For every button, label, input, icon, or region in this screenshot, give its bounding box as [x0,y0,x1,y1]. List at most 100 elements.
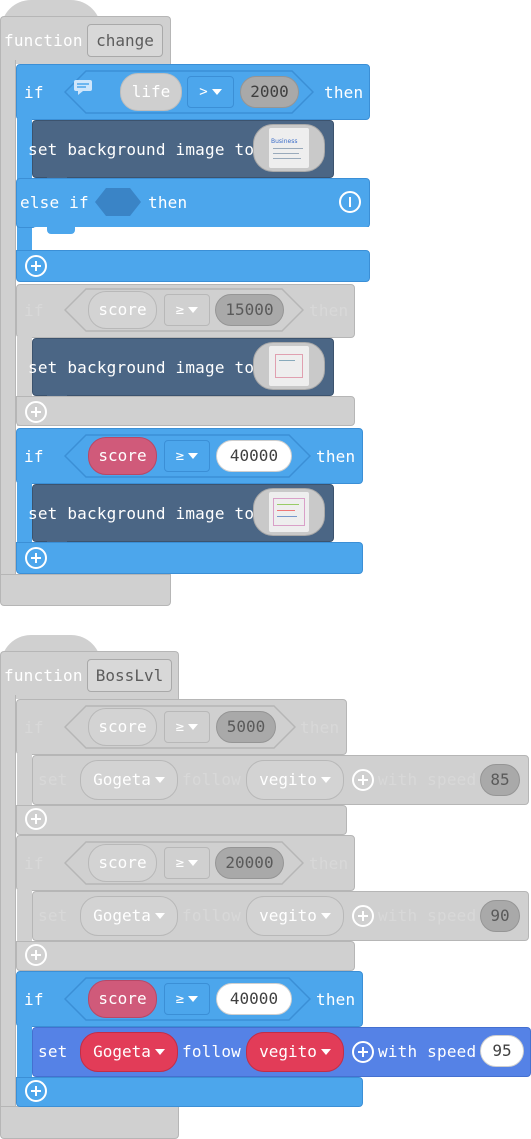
with-speed-label: with speed [378,770,477,789]
if-keyword: if [24,990,44,1009]
operator-label: ≥ [175,991,185,1007]
sprite-dropdown[interactable]: Gogeta [80,896,178,936]
if-keyword: if [24,854,44,873]
function-keyword: function [4,31,83,50]
set-background-label: set background image to [28,358,255,377]
then-label: then [309,301,349,320]
remove-else-if-icon[interactable] [339,191,361,213]
target-dropdown[interactable]: vegito [246,760,344,800]
add-else-icon[interactable] [25,547,47,569]
image-picker[interactable] [253,342,325,390]
if-footer [16,396,355,426]
speed-field[interactable]: 85 [480,764,520,796]
block-notch [47,227,75,234]
set-label: set [38,770,68,789]
sprite-label: Gogeta [93,770,151,789]
chevron-down-icon [320,913,331,919]
if-footer [16,941,355,971]
if-keyword: if [24,301,44,320]
operator-dropdown[interactable]: > [187,76,234,108]
chevron-down-icon [320,777,331,783]
set-label: set [38,1042,68,1061]
then-label: then [309,854,349,873]
add-else-icon[interactable] [25,808,47,830]
operator-label: ≥ [175,302,185,318]
follow-label: follow [182,906,241,925]
with-speed-label: with speed [378,1042,477,1061]
add-else-icon[interactable] [25,401,47,423]
if-keyword: if [24,83,44,102]
function-name-field[interactable]: BossLvl [87,659,172,692]
chevron-down-icon [154,777,165,783]
target-dropdown[interactable]: vegito [246,1032,344,1072]
if-spine [17,1025,32,1077]
if-spine [17,889,32,941]
variable-score[interactable]: score [88,708,157,746]
variable-life[interactable]: life [120,73,182,111]
target-dropdown[interactable]: vegito [246,896,344,936]
expand-params-icon[interactable] [352,769,374,791]
operator-label: ≥ [175,855,185,871]
follow-label: follow [182,770,241,789]
function-name-field[interactable]: change [87,24,163,57]
chevron-down-icon [211,89,222,95]
add-else-icon[interactable] [25,944,47,966]
chevron-down-icon [188,860,199,866]
function-keyword: function [4,666,83,685]
operator-dropdown[interactable]: ≥ [164,983,210,1015]
set-label: set [38,906,68,925]
if-footer [16,250,370,282]
value-field[interactable]: 15000 [215,294,284,326]
with-speed-label: with speed [378,906,477,925]
speed-field[interactable]: 90 [480,900,520,932]
value-field[interactable]: 2000 [240,76,299,108]
image-picker[interactable] [253,488,325,536]
then-label: then [300,718,340,737]
comment-icon[interactable] [73,79,93,95]
operator-label: ≥ [175,719,185,735]
variable-score[interactable]: score [88,437,157,475]
chevron-down-icon [188,996,199,1002]
add-else-icon[interactable] [25,255,47,277]
sprite-label: Gogeta [93,906,151,925]
value-field[interactable]: 5000 [216,711,276,743]
target-label: vegito [259,906,317,925]
set-background-label: set background image to [28,140,255,159]
empty-condition-slot[interactable] [94,187,142,217]
then-label: then [316,990,356,1009]
value-field[interactable]: 40000 [216,983,292,1015]
variable-score[interactable]: score [88,291,157,329]
variable-score[interactable]: score [88,844,157,882]
set-background-label: set background image to [28,504,255,523]
chevron-down-icon [188,453,199,459]
speed-field[interactable]: 95 [480,1035,524,1067]
add-else-icon[interactable] [25,1080,47,1102]
else-if-label: else if [20,193,89,212]
operator-dropdown[interactable]: ≥ [164,294,210,326]
if-footer [16,805,347,835]
value-field[interactable]: 20000 [215,847,284,879]
function-spine [0,60,16,590]
operator-dropdown[interactable]: ≥ [164,711,210,743]
if-footer [16,542,363,574]
image-picker[interactable]: Business [253,124,325,172]
expand-params-icon[interactable] [352,905,374,927]
operator-label: > [199,84,208,100]
operator-dropdown[interactable]: ≥ [164,440,210,472]
expand-params-icon[interactable] [352,1041,374,1063]
sprite-dropdown[interactable]: Gogeta [80,1032,178,1072]
then-label: then [324,83,364,102]
chevron-down-icon [188,307,199,313]
sprite-dropdown[interactable]: Gogeta [80,760,178,800]
value-field[interactable]: 40000 [216,440,292,472]
then-label: then [316,447,356,466]
variable-score[interactable]: score [88,980,157,1018]
target-label: vegito [259,1042,317,1061]
operator-dropdown[interactable]: ≥ [164,847,210,879]
function-footer [0,1106,179,1139]
if-spine [17,753,32,805]
if-keyword: if [24,718,44,737]
sprite-label: Gogeta [93,1042,151,1061]
image-thumbnail [268,345,310,387]
chevron-down-icon [320,1049,331,1055]
